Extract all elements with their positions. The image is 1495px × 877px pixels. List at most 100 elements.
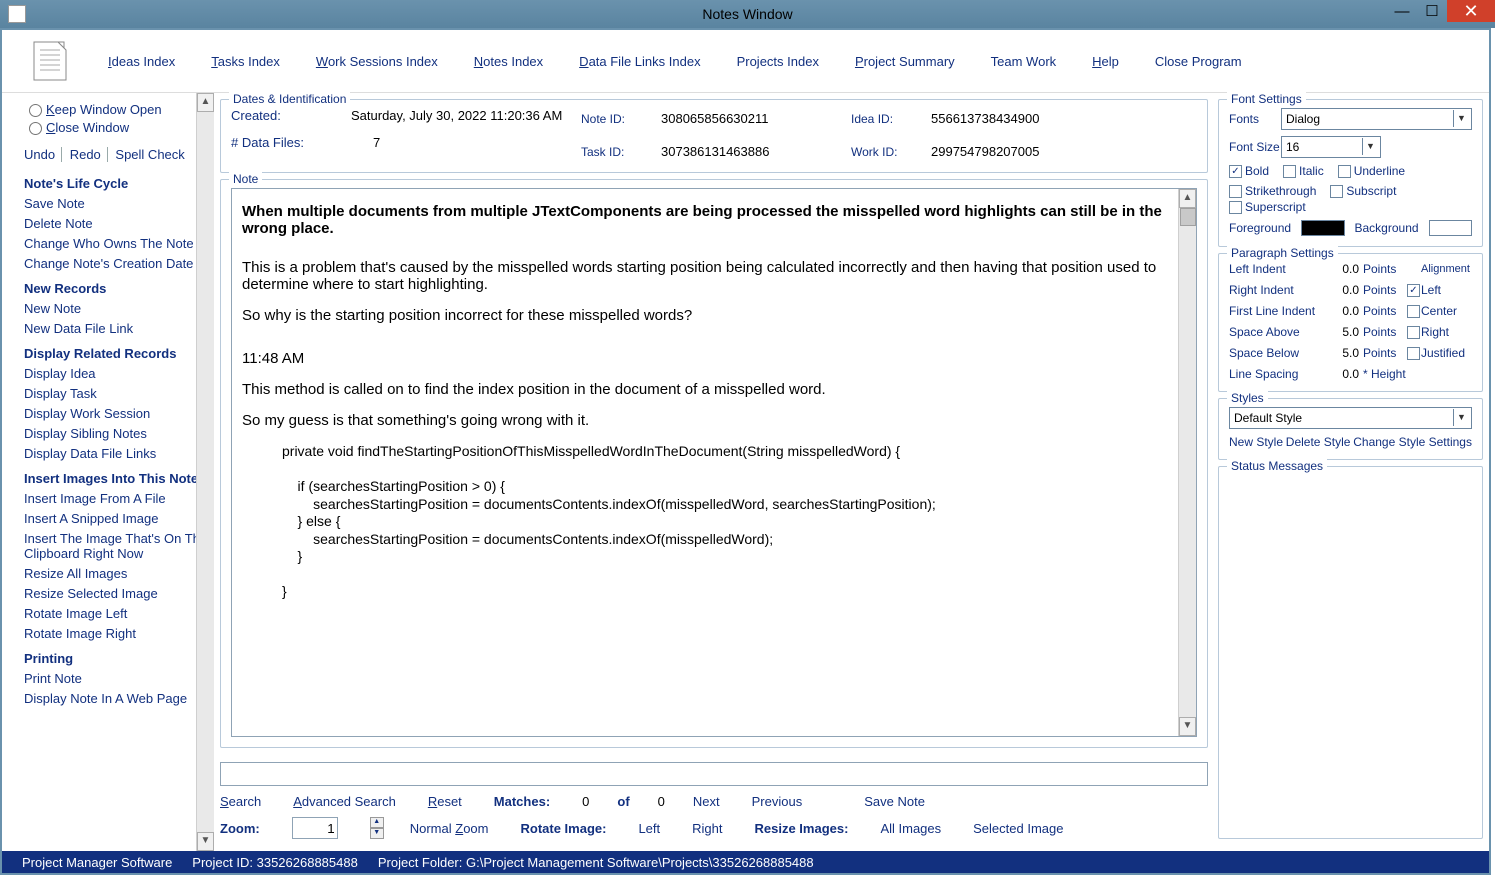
status-messages-panel: Status Messages [1218,466,1483,839]
align-left-checkbox[interactable]: ✓ [1407,284,1421,297]
task-id-value: 307386131463886 [661,144,851,159]
space-below-value[interactable]: 5.0 [1329,346,1363,360]
radio-keep-window-open[interactable] [29,104,42,117]
scroll-down-icon[interactable]: ▼ [1179,717,1196,736]
link-delete-note[interactable]: Delete Note [24,216,210,231]
link-new-note[interactable]: New Note [24,301,210,316]
zoom-spinner[interactable]: ▲▼ [370,817,384,839]
next-link[interactable]: Next [693,794,720,809]
menu-ideas-index[interactable]: Ideas Index [108,54,175,69]
left-indent-value[interactable]: 0.0 [1329,262,1363,276]
alignment-label: Alignment [1421,263,1481,275]
previous-link[interactable]: Previous [752,794,803,809]
data-files-label: # Data Files: [231,135,351,150]
advanced-search-link[interactable]: Advanced Search [293,794,396,809]
link-display-siblings[interactable]: Display Sibling Notes [24,426,210,441]
maximize-button[interactable]: ☐ [1417,0,1447,22]
bold-checkbox[interactable]: ✓Bold [1229,164,1269,178]
left-indent-label: Left Indent [1229,262,1329,276]
scroll-down-icon[interactable]: ▼ [197,832,214,851]
radio-close-window[interactable] [29,122,42,135]
link-resize-selected[interactable]: Resize Selected Image [24,586,210,601]
menu-close-program[interactable]: Close Program [1155,54,1242,69]
subscript-checkbox[interactable]: Subscript [1330,184,1396,198]
rotate-right-link[interactable]: Right [692,821,722,836]
link-insert-snipped[interactable]: Insert A Snipped Image [24,511,210,526]
window-title: Notes Window [702,6,792,22]
menu-data-file-links-index[interactable]: Data File Links Index [579,54,700,69]
menu-help[interactable]: Help [1092,54,1119,69]
app-icon [8,5,26,23]
menu-bar: Ideas Index Tasks Index Work Sessions In… [2,30,1489,93]
search-link[interactable]: Search [220,794,261,809]
superscript-checkbox[interactable]: Superscript [1229,200,1306,214]
menu-project-summary[interactable]: Project Summary [855,54,955,69]
total-value: 0 [658,794,665,809]
background-swatch[interactable] [1429,220,1472,236]
note-scrollbar[interactable]: ▲ ▼ [1178,189,1196,736]
save-note-link[interactable]: Save Note [864,794,925,809]
right-indent-value[interactable]: 0.0 [1329,283,1363,297]
rotate-left-link[interactable]: Left [638,821,660,836]
reset-link[interactable]: Reset [428,794,462,809]
font-settings-legend: Font Settings [1227,92,1306,106]
normal-zoom-link[interactable]: Normal Zoom [410,821,489,836]
style-select[interactable]: Default Style [1229,407,1472,429]
note-editor[interactable]: When multiple documents from multiple JT… [232,189,1178,736]
menu-notes-index[interactable]: Notes Index [474,54,543,69]
resize-all-link[interactable]: All Images [880,821,941,836]
resize-selected-link[interactable]: Selected Image [973,821,1063,836]
link-display-dfl[interactable]: Display Data File Links [24,446,210,461]
section-printing: Printing [24,651,210,666]
italic-checkbox[interactable]: Italic [1283,164,1324,178]
menu-team-work[interactable]: Team Work [991,54,1057,69]
menu-tasks-index[interactable]: Tasks Index [211,54,280,69]
document-icon [32,40,70,82]
note-para: So my guess is that something's going wr… [242,412,1168,429]
link-rotate-left[interactable]: Rotate Image Left [24,606,210,621]
menu-work-sessions-index[interactable]: Work Sessions Index [316,54,438,69]
link-insert-clipboard[interactable]: Insert The Image That's On The Clipboard… [24,531,210,561]
align-center-checkbox[interactable] [1407,305,1421,318]
link-new-dfl[interactable]: New Data File Link [24,321,210,336]
note-legend: Note [229,172,262,186]
align-right-checkbox[interactable] [1407,326,1421,339]
undo-link[interactable]: Undo [24,147,62,162]
menu-projects-index[interactable]: Projects Index [737,54,819,69]
link-change-date[interactable]: Change Note's Creation Date [24,256,210,271]
search-input[interactable] [220,762,1208,786]
resize-images-label: Resize Images: [755,821,849,836]
redo-link[interactable]: Redo [70,147,108,162]
strikethrough-checkbox[interactable]: Strikethrough [1229,184,1316,198]
minimize-button[interactable]: — [1387,0,1417,22]
spell-check-link[interactable]: Spell Check [115,147,190,162]
link-change-owner[interactable]: Change Who Owns The Note [24,236,210,251]
sidebar-scrollbar[interactable]: ▲ ▼ [196,93,214,851]
font-size-select[interactable]: 16 [1281,136,1381,158]
underline-checkbox[interactable]: Underline [1338,164,1405,178]
right-sidebar: Font Settings FontsDialog Font Size16 ✓B… [1214,93,1489,851]
align-justified-checkbox[interactable] [1407,347,1421,360]
new-style-link[interactable]: New Style [1229,435,1283,449]
link-display-task[interactable]: Display Task [24,386,210,401]
zoom-input[interactable] [292,817,338,839]
scroll-up-icon[interactable]: ▲ [1179,189,1196,208]
link-print-note[interactable]: Print Note [24,671,210,686]
line-spacing-value[interactable]: 0.0 [1329,367,1363,381]
font-select[interactable]: Dialog [1281,108,1472,130]
link-display-idea[interactable]: Display Idea [24,366,210,381]
scroll-thumb[interactable] [1180,208,1196,226]
link-insert-from-file[interactable]: Insert Image From A File [24,491,210,506]
link-rotate-right[interactable]: Rotate Image Right [24,626,210,641]
first-line-indent-value[interactable]: 0.0 [1329,304,1363,318]
delete-style-link[interactable]: Delete Style [1286,435,1351,449]
link-save-note[interactable]: Save Note [24,196,210,211]
link-display-ws[interactable]: Display Work Session [24,406,210,421]
foreground-swatch[interactable] [1301,220,1344,236]
link-display-web[interactable]: Display Note In A Web Page [24,691,210,706]
change-style-link[interactable]: Change Style Settings [1353,435,1472,449]
space-above-value[interactable]: 5.0 [1329,325,1363,339]
link-resize-all[interactable]: Resize All Images [24,566,210,581]
close-button[interactable]: ✕ [1447,0,1495,22]
scroll-up-icon[interactable]: ▲ [197,93,214,112]
